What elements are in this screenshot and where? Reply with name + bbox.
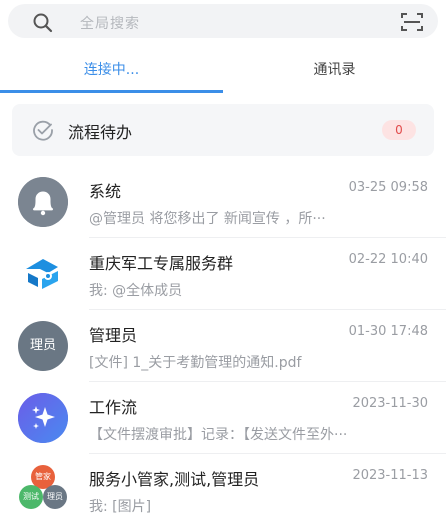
conversation-title: 系统: [89, 182, 122, 201]
tab-bar: 连接中... 通讯录: [0, 50, 446, 94]
group-logo-icon: [18, 249, 68, 299]
conversation-time: 2023-11-13: [352, 468, 428, 483]
search-placeholder: 全局搜索: [80, 16, 140, 32]
active-tab-indicator: [0, 90, 223, 93]
conversation-title: 工作流: [89, 398, 138, 417]
conversation-title: 服务小管家,测试,管理员: [89, 470, 260, 489]
conversation-preview: @管理员 将您移出了 新闻宣传 ，所···: [89, 211, 326, 227]
conversation-title: 重庆军工专属服务群: [89, 254, 234, 273]
conversation-time: 2023-11-30: [352, 396, 428, 411]
conversation-time: 01-30 17:48: [348, 324, 428, 339]
conversation-time: 02-22 10:40: [348, 252, 428, 267]
mini-avatar: 理员: [43, 485, 67, 509]
chat-list-screen: 全局搜索 连接中... 通讯录 流程待办 0 系统 03-25 09:58 @管…: [0, 0, 446, 527]
bell-icon: [18, 177, 68, 227]
todo-count-badge: 0: [382, 120, 416, 140]
conversation-preview: [文件] 1_关于考勤管理的通知.pdf: [89, 355, 302, 371]
workflow-todo-row[interactable]: 流程待办 0: [12, 104, 434, 156]
tab-contacts[interactable]: 通讯录: [223, 50, 446, 92]
conversation-item-workflow[interactable]: 工作流 2023-11-30 【文件摆渡审批】记录：【发送文件至外···: [0, 382, 446, 454]
conversation-preview: 我: [图片]: [89, 499, 152, 515]
conversation-item-system[interactable]: 系统 03-25 09:58 @管理员 将您移出了 新闻宣传 ，所···: [0, 166, 446, 238]
sparkle-icon: [18, 393, 68, 443]
conversation-item-admin[interactable]: 理员 管理员 01-30 17:48 [文件] 1_关于考勤管理的通知.pdf: [0, 310, 446, 382]
search-icon: [33, 13, 53, 33]
mini-avatar: 测试: [19, 485, 43, 509]
conversation-preview: 【文件摆渡审批】记录：【发送文件至外···: [89, 427, 348, 443]
avatar: 理员: [18, 321, 68, 371]
conversation-preview: 我: @全体成员: [89, 283, 183, 299]
conversation-item-service-group[interactable]: 重庆军工专属服务群 02-22 10:40 我: @全体成员: [0, 238, 446, 310]
scan-icon[interactable]: [400, 11, 424, 33]
search-bar[interactable]: 全局搜索: [8, 4, 438, 38]
conversation-title: 管理员: [89, 326, 138, 345]
group-avatar: 管家 测试 理员: [18, 465, 68, 515]
todo-label: 流程待办: [68, 123, 133, 142]
tab-connecting[interactable]: 连接中...: [0, 50, 223, 92]
conversation-time: 03-25 09:58: [348, 180, 428, 195]
check-circle-icon: [33, 120, 53, 141]
conversation-item-multi-chat[interactable]: 管家 测试 理员 服务小管家,测试,管理员 2023-11-13 我: [图片]: [0, 454, 446, 526]
